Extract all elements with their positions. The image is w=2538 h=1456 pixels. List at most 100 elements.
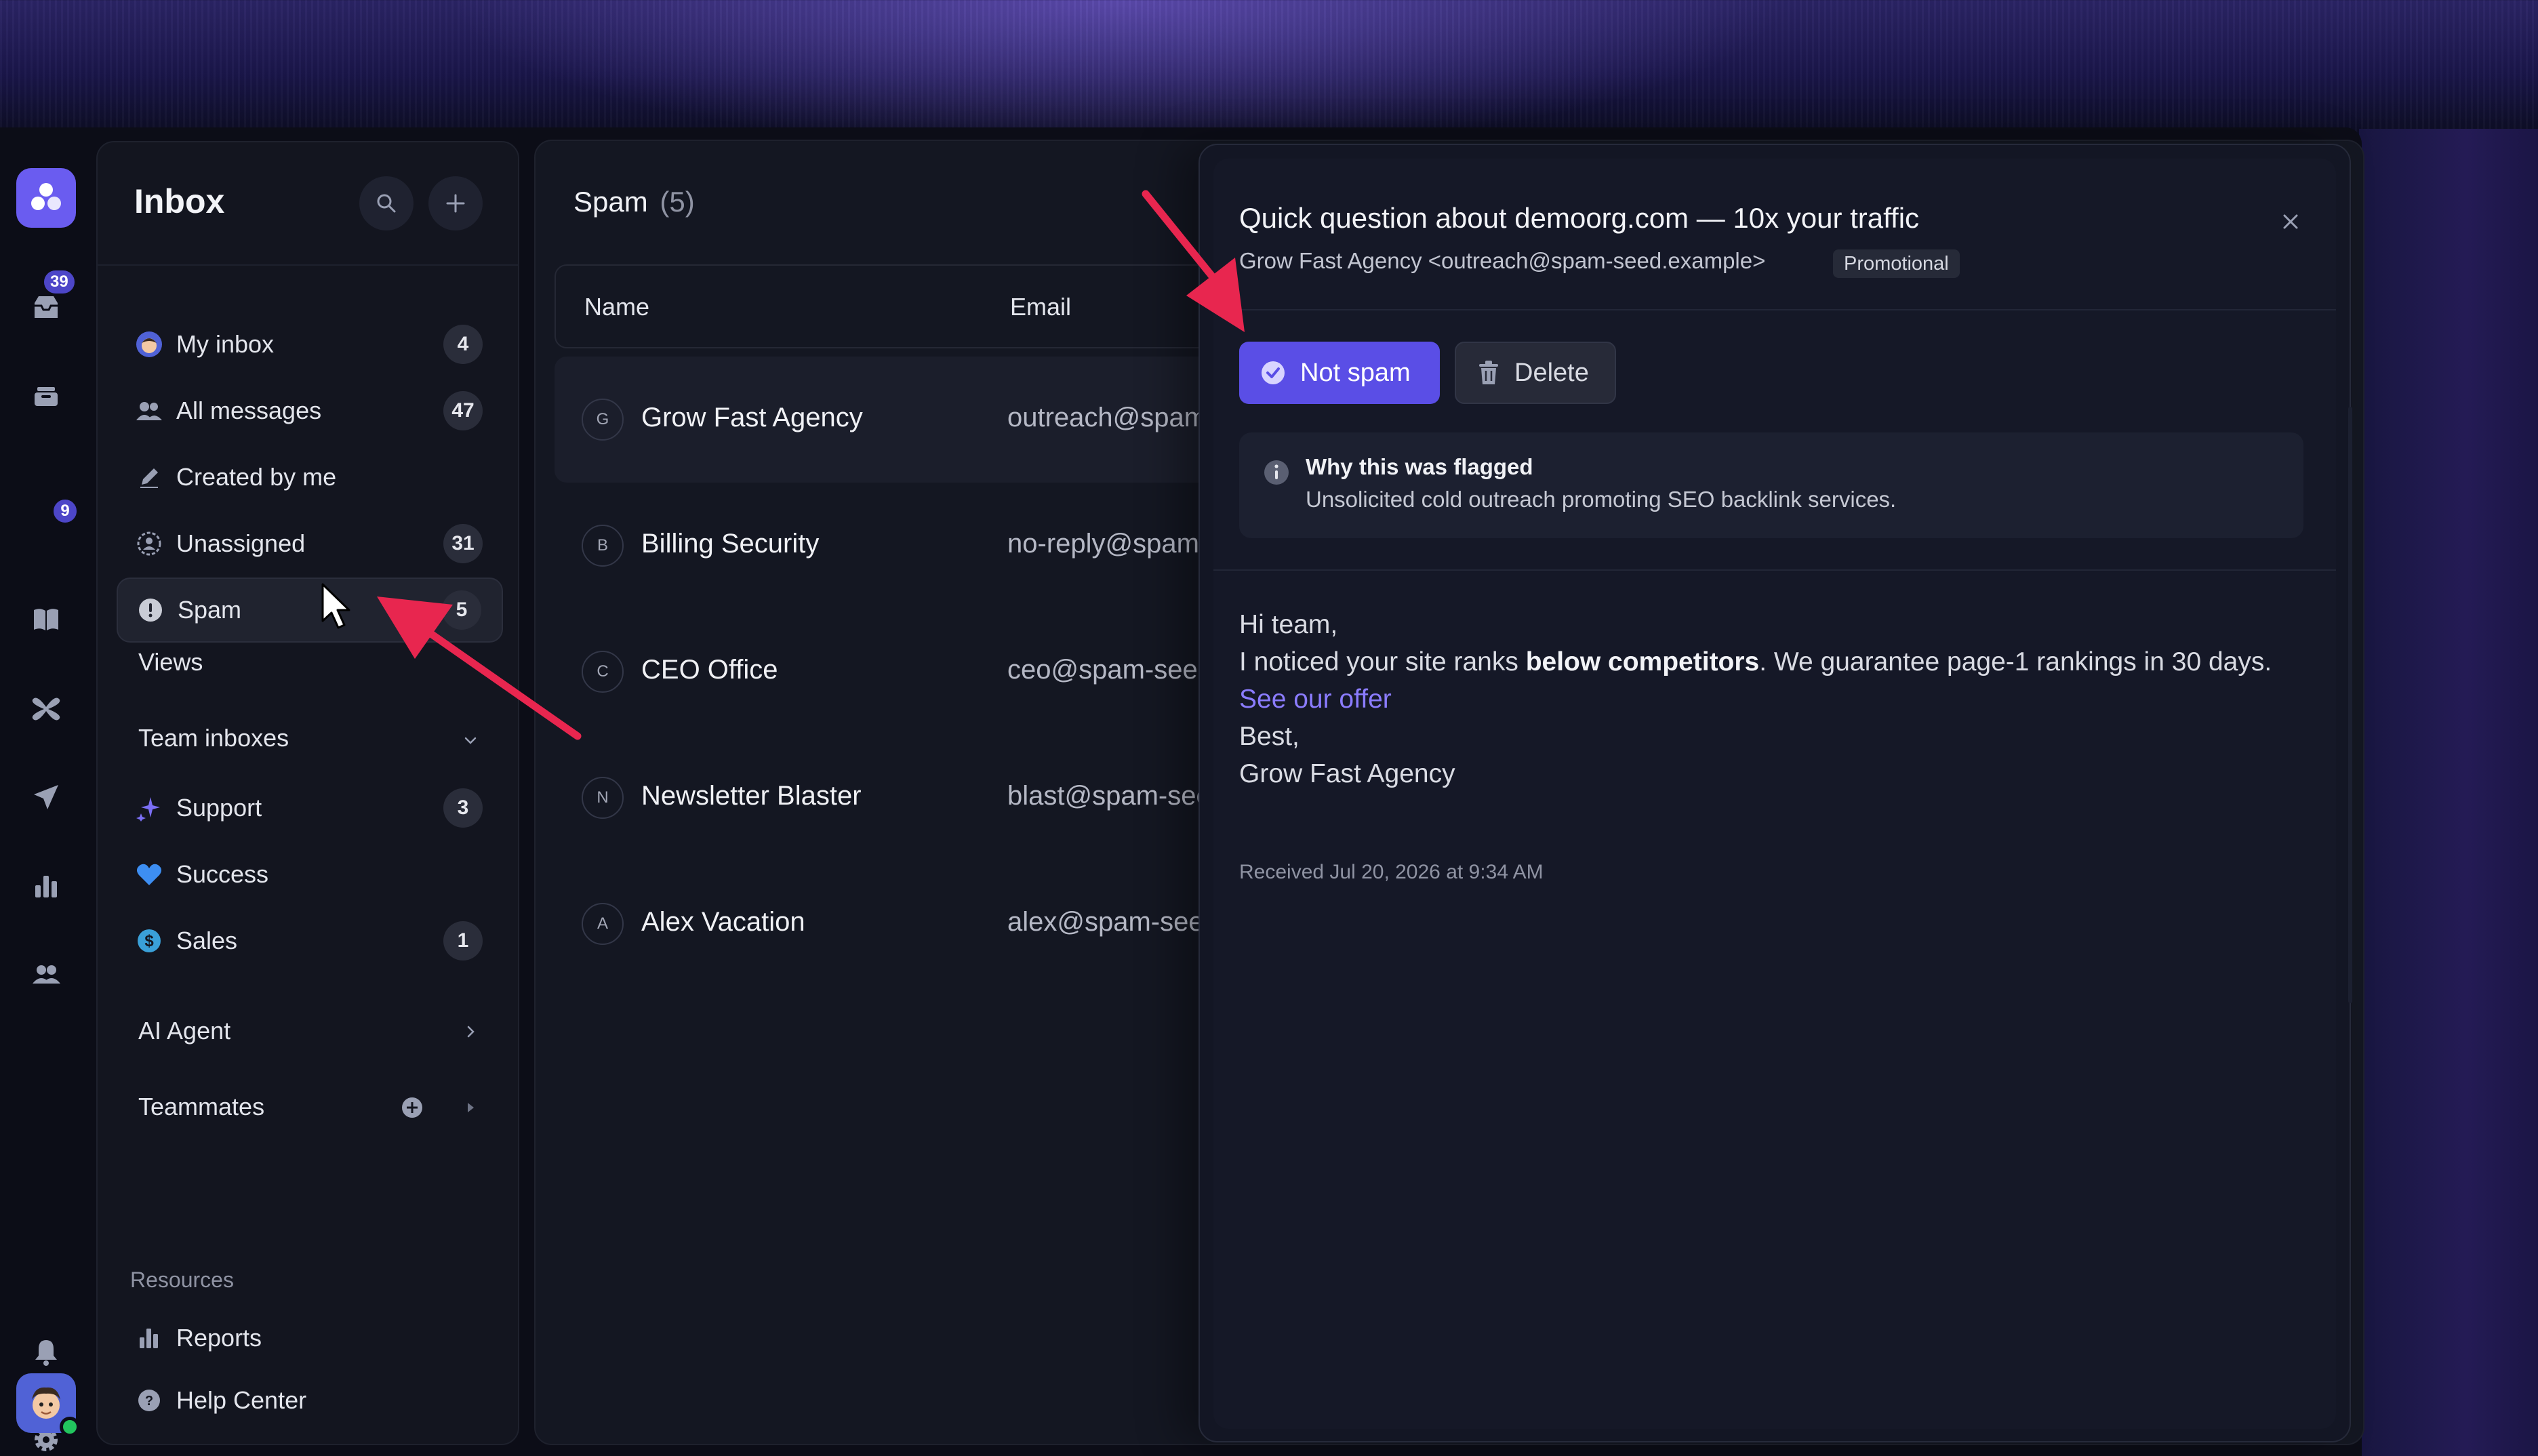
contact-email: blast@spam-see [1007,781,1211,811]
sidebar-item-support[interactable]: Support 3 [117,775,503,841]
user-avatar[interactable] [16,1373,80,1437]
resources-heading: Resources [130,1268,234,1292]
message-body: Hi team, I noticed your site ranks below… [1239,606,2310,792]
sidebar-item-all-messages[interactable]: All messages 47 [117,378,503,443]
chevron-right-icon[interactable] [457,1018,484,1045]
search-button[interactable] [359,176,414,230]
sidebar-item-label: Unassigned [176,529,306,557]
category-badge: Promotional [1833,249,1960,278]
column-header-name[interactable]: Name [584,293,649,321]
plus-icon [446,194,465,213]
svg-text:$: $ [144,932,154,950]
list-title: Spam (5) [573,186,695,218]
contact-initial-avatar: G [582,399,624,441]
panel-scrollbar[interactable] [2348,407,2352,1003]
contact-name: Billing Security [641,529,820,559]
body-paragraph: I noticed your site ranks below competit… [1239,643,2310,681]
contact-initial-avatar: A [582,903,624,945]
campaigns-icon[interactable] [27,778,65,816]
resource-label: Reports [176,1324,262,1352]
sidebar-item-unassigned[interactable]: Unassigned 31 [117,511,503,576]
flag-title: Why this was flagged [1306,454,1533,479]
contacts-icon[interactable] [27,956,65,994]
teammates-section[interactable]: Teammates [138,1093,264,1121]
body-bold-text: below competitors [1525,647,1760,676]
views-section[interactable]: Views [138,648,203,676]
contact-initial-avatar: C [582,651,624,693]
sidebar-divider [98,264,518,266]
list-title-text: Spam [573,186,648,218]
sidebar-item-success[interactable]: Success [117,842,503,907]
resource-reports[interactable]: Reports [117,1306,503,1371]
sidebar-item-sales[interactable]: $ Sales 1 [117,908,503,973]
not-spam-label: Not spam [1300,358,1411,387]
sparkle-icon [133,792,165,824]
reports-icon[interactable] [27,866,65,904]
sidebar-item-my-inbox[interactable]: My inbox 4 [117,312,503,377]
contact-name: Newsletter Blaster [641,781,862,811]
sidebar-title: Inbox [134,182,225,220]
message-sender: Grow Fast Agency <outreach@spam-seed.exa… [1239,248,1766,273]
sidebar-item-spam[interactable]: Spam 5 [117,578,503,643]
add-teammate-icon[interactable] [399,1094,426,1121]
flag-description: Unsolicited cold outreach promoting SEO … [1306,487,1897,512]
sidebar-item-label: Spam [178,596,242,624]
resource-help-center[interactable]: ? Help Center [117,1368,503,1433]
contact-name: CEO Office [641,655,778,685]
contact-email: no-reply@spam- [1007,529,1209,559]
book-icon[interactable] [27,601,65,639]
background-texture [0,0,2538,136]
body-signature: Grow Fast Agency [1239,759,1455,788]
new-conversation-button[interactable] [428,176,483,230]
offer-link[interactable]: See our offer [1239,681,2310,718]
online-status-dot [60,1417,80,1437]
close-icon [2283,214,2298,229]
close-button[interactable] [2272,203,2309,240]
tray-icon[interactable] [27,377,65,415]
ai-agent-section[interactable]: AI Agent [138,1017,230,1045]
team-inboxes-section[interactable]: Team inboxes [138,724,289,752]
trash-icon [1479,361,1498,384]
count-badge: 4 [443,325,483,364]
count-badge: 31 [443,524,483,563]
sidebar-item-created-by-me[interactable]: Created by me [117,445,503,510]
alert-circle-icon [134,594,167,626]
column-header-email[interactable]: Email [1010,293,1071,321]
list-count: (5) [660,186,695,218]
notifications-bell-icon[interactable] [27,1333,65,1371]
help-circle-icon: ? [133,1384,165,1417]
app-logo-icon[interactable] [16,168,76,228]
message-subject: Quick question about demoorg.com — 10x y… [1239,202,1920,234]
apps-icon[interactable] [27,690,65,728]
body-text: I noticed your site ranks [1239,647,1526,676]
check-circle-icon [1262,361,1285,384]
inbox-count-badge: 39 [42,268,77,296]
contact-email: outreach@spam- [1007,403,1216,432]
dollar-icon: $ [133,925,165,957]
contact-name: Alex Vacation [641,907,805,937]
search-icon [377,194,396,213]
sidebar-item-label: Sales [176,927,238,954]
caret-right-icon[interactable] [457,1094,484,1121]
background-right-strip [2359,129,2538,1456]
flag-reason-callout: Why this was flagged Unsolicited cold ou… [1239,432,2303,538]
contact-initial-avatar: B [582,525,624,567]
not-spam-button[interactable]: Not spam [1239,342,1440,404]
message-detail-panel: Quick question about demoorg.com — 10x y… [1198,144,2351,1442]
body-text: . We guarantee page-1 rankings in 30 day… [1759,647,2272,676]
count-badge: 3 [443,788,483,828]
contact-email: alex@spam-seed [1007,907,1219,937]
contact-initial-avatar: N [582,777,624,819]
body-greeting: Hi team, [1239,610,1338,639]
inbox-sidebar: Inbox My inbox 4 All messages 47 Created… [96,141,519,1445]
icon-rail: 39 9 [0,127,92,1456]
delete-button[interactable]: Delete [1455,342,1616,404]
count-badge: 1 [443,921,483,960]
count-badge: 47 [443,391,483,430]
chevron-down-icon[interactable] [457,727,484,754]
svg-text:?: ? [145,1394,153,1409]
pencil-icon [133,461,165,493]
message-detail-content: Quick question about demoorg.com — 10x y… [1213,159,2336,1429]
received-timestamp: Received Jul 20, 2026 at 9:34 AM [1239,861,1544,883]
user-avatar-icon [133,328,165,361]
